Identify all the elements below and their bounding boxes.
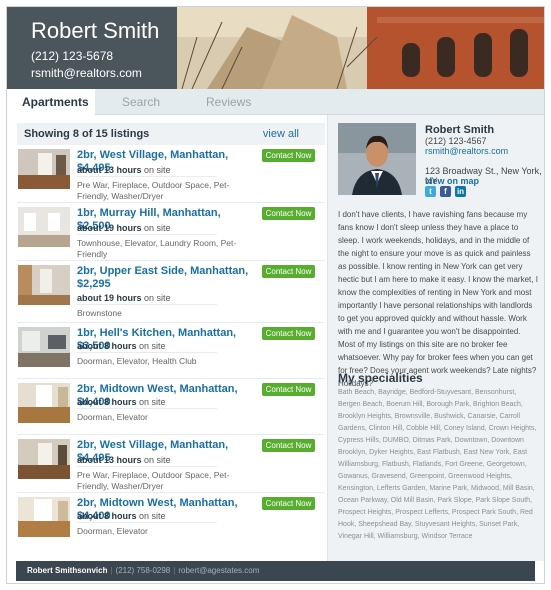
listing-hours: about 8 hours (77, 511, 137, 521)
listing-hours: about 8 hours (77, 397, 137, 407)
listing-hours: about 13 hours (77, 165, 142, 175)
listing-time: about 19 hours on site (77, 223, 171, 233)
listing-features: Doorman, Elevator (77, 526, 148, 536)
linkedin-icon[interactable]: in (455, 186, 466, 197)
listing-hours: about 19 hours (77, 293, 142, 303)
footer-email[interactable]: robert@agestates.com (178, 566, 259, 575)
listing-features: Brownstone (77, 308, 122, 318)
listing-thumbnail[interactable] (18, 383, 70, 423)
listing-title[interactable]: 2br, Upper East Side, Manhattan, $2,295 (77, 265, 252, 291)
divider (77, 408, 217, 409)
sidebar-agent-phone: (212) 123-4567 (425, 136, 487, 146)
listing-hours: about 13 hours (77, 455, 142, 465)
tab-search[interactable]: Search (122, 89, 182, 115)
specialities-list: Bath Beach, Bayridge, Bedford-Stuyvesant… (338, 389, 537, 540)
listing-item[interactable]: 1br, Murray Hill, Manhattan, $2,500 abou… (17, 203, 325, 261)
listing-features: Townhouse, Elevator, Laundry Room, Pet-F… (77, 238, 237, 259)
footer-separator: | (110, 566, 113, 575)
contact-now-button[interactable]: Contact Now (262, 265, 315, 278)
listing-features: Pre War, Fireplace, Outdoor Space, Pet-F… (77, 180, 230, 201)
tab-bar: Apartments Search Reviews (7, 89, 544, 116)
listing-item[interactable]: 2br, West Village, Manhattan, $4,495 abo… (17, 145, 325, 203)
listing-site: on site (139, 341, 166, 351)
listings-count: Showing 8 of 15 listings (24, 128, 150, 140)
profile-page: Robert Smith (212) 123-5678 rsmith@realt… (6, 6, 545, 584)
listing-time: about 19 hours on site (77, 293, 171, 303)
listing-thumbnail[interactable] (18, 207, 70, 247)
listing-item[interactable]: 2br, Upper East Side, Manhattan, $2,295 … (17, 261, 325, 323)
contact-now-button[interactable]: Contact Now (262, 497, 315, 510)
listing-thumbnail[interactable] (18, 439, 70, 479)
divider (77, 176, 217, 177)
agent-bio: I don't have clients, I have ravishing f… (338, 210, 538, 388)
twitter-icon[interactable]: t (425, 186, 436, 197)
listing-site: on site (144, 455, 171, 465)
footer-bar: Robert Smithsonvich | (212) 758-0298 | rober… (16, 561, 535, 581)
divider (77, 522, 217, 523)
agent-email[interactable]: rsmith@realtors.com (31, 66, 177, 80)
listing-item[interactable]: 2br, West Village, Manhattan, $4,495 abo… (17, 435, 325, 493)
listing-thumbnail[interactable] (18, 149, 70, 189)
listing-time: about 13 hours on site (77, 455, 171, 465)
footer-name: Robert Smithsonvich (27, 566, 108, 575)
listing-thumbnail[interactable] (18, 327, 70, 367)
sidebar-agent-email[interactable]: rsmith@realtors.com (425, 146, 508, 156)
footer-phone: (212) 758-0298 (115, 566, 171, 575)
listing-hours: about 8 hours (77, 341, 137, 351)
listing-time: about 8 hours on site (77, 397, 166, 407)
listing-site: on site (139, 397, 166, 407)
divider (77, 304, 217, 305)
listing-item[interactable]: 2br, Midtown West, Manhattan, $4,400 abo… (17, 493, 325, 551)
listing-time: about 13 hours on site (77, 165, 171, 175)
contact-now-button[interactable]: Contact Now (262, 327, 315, 340)
view-on-map-link[interactable]: view on map (425, 176, 479, 186)
listing-time: about 8 hours on site (77, 511, 166, 521)
agent-namebox: Robert Smith (212) 123-5678 rsmith@realt… (7, 7, 177, 89)
divider (77, 352, 217, 353)
listing-features: Doorman, Elevator, Health Club (77, 356, 197, 366)
contact-now-button[interactable]: Contact Now (262, 149, 315, 162)
listing-time: about 8 hours on site (77, 341, 166, 351)
agent-sidebar: Robert Smith (212) 123-4567 rsmith@realt… (327, 115, 544, 561)
sidebar-agent-name: Robert Smith (425, 124, 495, 136)
listing-item[interactable]: 2br, Midtown West, Manhattan, $4,400 abo… (17, 379, 325, 435)
facebook-icon[interactable]: f (440, 186, 451, 197)
contact-now-button[interactable]: Contact Now (262, 439, 315, 452)
listing-item[interactable]: 1br, Hell's Kitchen, Manhattan, $3,500 a… (17, 323, 325, 379)
listing-site: on site (144, 293, 171, 303)
agent-portrait (338, 123, 416, 195)
listing-site: on site (144, 223, 171, 233)
contact-now-button[interactable]: Contact Now (262, 383, 315, 396)
listing-site: on site (144, 165, 171, 175)
specialities-title: My specialities (338, 371, 423, 385)
listing-site: on site (139, 511, 166, 521)
header-banner: Robert Smith (212) 123-5678 rsmith@realt… (7, 7, 544, 89)
tab-apartments[interactable]: Apartments (7, 89, 95, 116)
footer-separator: | (173, 566, 176, 575)
listing-features: Pre War, Fireplace, Outdoor Space, Pet-F… (77, 470, 230, 491)
listings-header: Showing 8 of 15 listings view all (17, 123, 325, 145)
tab-reviews[interactable]: Reviews (206, 89, 266, 115)
listing-thumbnail[interactable] (18, 265, 70, 305)
divider (77, 466, 217, 467)
agent-name: Robert Smith (31, 18, 160, 43)
listing-thumbnail[interactable] (18, 497, 70, 537)
view-all-link[interactable]: view all (263, 123, 299, 145)
listing-features: Doorman, Elevator (77, 412, 148, 422)
contact-now-button[interactable]: Contact Now (262, 207, 315, 220)
agent-phone: (212) 123-5678 (31, 49, 114, 63)
listing-hours: about 19 hours (77, 223, 142, 233)
listings-panel: Showing 8 of 15 listings view all 2br, W… (17, 123, 325, 551)
divider (77, 234, 217, 235)
